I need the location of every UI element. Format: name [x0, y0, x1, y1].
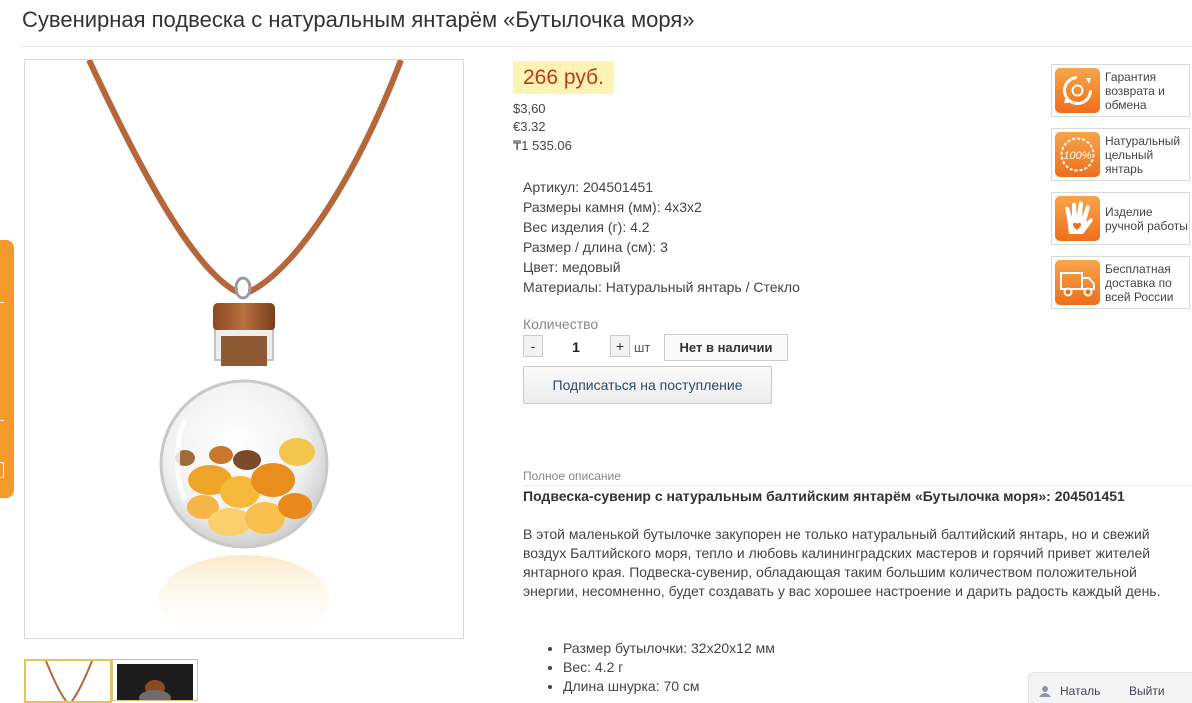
logout-link[interactable]: Выйти: [1129, 684, 1165, 698]
price-eur: €3.32: [513, 119, 546, 134]
thumbnail-2-image: [117, 664, 193, 700]
badge-return-guarantee[interactable]: Гарантия возврата и обмена: [1051, 64, 1190, 117]
price-main: 266 руб.: [513, 61, 614, 94]
list-item: Длина шнурка: 70 см: [563, 677, 775, 696]
description-heading: Подвеска-сувенир с натуральным балтийски…: [523, 488, 1125, 504]
quantity-input[interactable]: 1: [545, 339, 607, 355]
product-main-image[interactable]: [24, 59, 464, 639]
badge-handmade[interactable]: Изделие ручной работы: [1051, 192, 1190, 245]
spec-stone-size: Размеры камня (мм): 4х3х2: [523, 199, 702, 215]
out-of-stock-button[interactable]: Нет в наличии: [664, 334, 788, 361]
return-icon: [1055, 68, 1100, 113]
badge-natural-amber[interactable]: 100% Натуральный цельный янтарь: [1051, 128, 1190, 181]
thumbnail-2[interactable]: [112, 659, 198, 701]
spec-article: Артикул: 204501451: [523, 179, 654, 195]
subscribe-button[interactable]: Подписаться на поступление: [523, 366, 772, 404]
product-specs: Артикул: 204501451 Размеры камня (мм): 4…: [523, 177, 800, 297]
spec-color: Цвет: медовый: [523, 259, 621, 275]
spec-materials: Материалы: Натуральный янтарь / Стекло: [523, 279, 800, 295]
badge-return-text: Гарантия возврата и обмена: [1105, 70, 1165, 112]
truck-icon: [1055, 260, 1100, 305]
user-name-link[interactable]: Наталь: [1060, 684, 1100, 698]
description-list: Размер бутылочки: 32х20х12 мм Вес: 4.2 г…: [545, 639, 775, 696]
quantity-unit: шт: [634, 340, 651, 355]
price-usd: $3,60: [513, 101, 546, 116]
description-body: В этой маленькой бутылочке закупорен не …: [523, 526, 1161, 599]
side-feedback-tab[interactable]: [0, 240, 14, 498]
spec-length: Размер / длина (см): 3: [523, 239, 668, 255]
quantity-plus-button[interactable]: +: [610, 335, 630, 357]
price-kzt: ₸1 535.06: [513, 138, 572, 153]
description-divider: [523, 485, 1192, 486]
thumbnail-1-image: [45, 661, 93, 701]
hand-icon: [1055, 196, 1100, 241]
thumbnail-1[interactable]: [24, 659, 112, 703]
hundred-percent-icon: 100%: [1055, 132, 1100, 177]
title-divider: [22, 46, 1192, 47]
list-item: Размер бутылочки: 32х20х12 мм: [563, 639, 775, 658]
user-icon: [1039, 686, 1051, 697]
user-bar: Наталь Выйти: [1028, 672, 1192, 703]
badge-natural-text: Натуральный цельный янтарь: [1105, 134, 1181, 176]
page-title: Сувенирная подвеска с натуральным янтарё…: [22, 7, 695, 32]
quantity-minus-button[interactable]: -: [523, 335, 543, 357]
badge-delivery-text: Бесплатная доставка по всей России: [1105, 262, 1174, 304]
badge-free-delivery[interactable]: Бесплатная доставка по всей России: [1051, 256, 1190, 309]
quantity-label: Количество: [523, 316, 599, 332]
description-tab-label[interactable]: Полное описание: [523, 469, 621, 483]
list-item: Вес: 4.2 г: [563, 658, 775, 677]
badge-handmade-text: Изделие ручной работы: [1105, 205, 1188, 233]
svg-text:100%: 100%: [1063, 150, 1091, 162]
spec-weight: Вес изделия (г): 4.2: [523, 219, 650, 235]
pendant-illustration: [86, 60, 404, 638]
